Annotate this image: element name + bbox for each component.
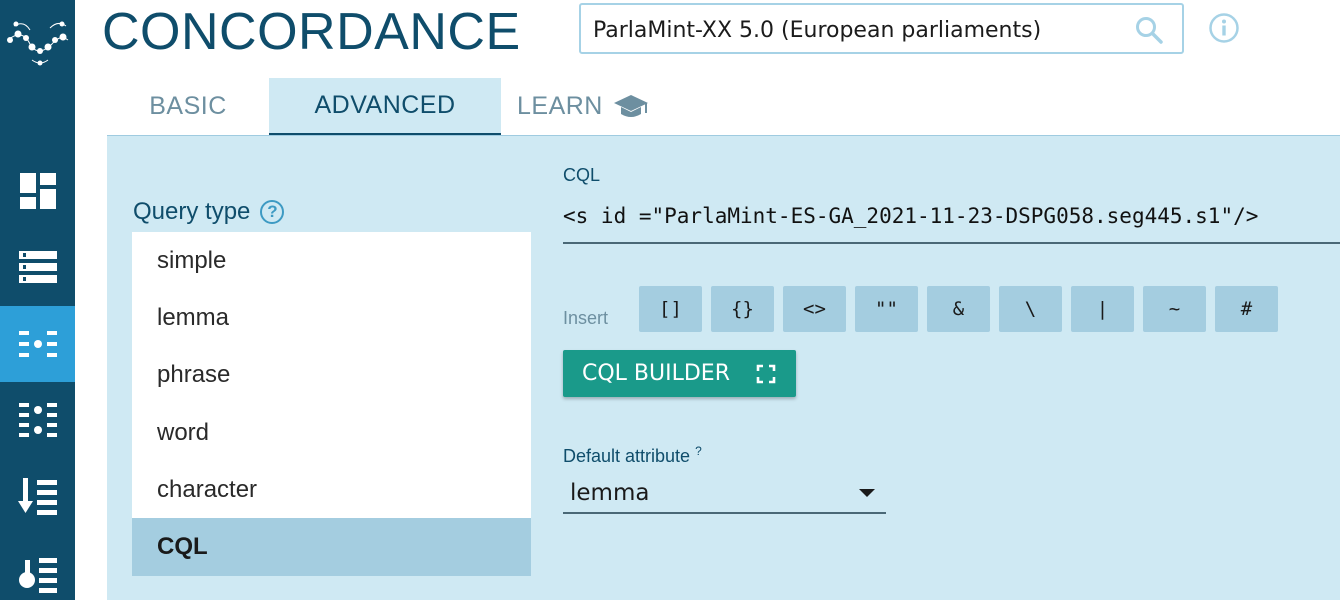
advanced-panel: Query type ? simple lemma phrase word ch… xyxy=(107,135,1340,600)
insert-backslash-button[interactable]: \ xyxy=(999,286,1062,332)
frequency-icon xyxy=(18,558,57,593)
query-type-character[interactable]: character xyxy=(132,461,531,518)
tab-basic-label: BASIC xyxy=(149,92,227,120)
dashboard-icon xyxy=(19,173,56,209)
query-type-list: simple lemma phrase word character CQL xyxy=(132,232,531,576)
concordance-icon xyxy=(18,331,57,357)
sidebar xyxy=(0,0,75,600)
insert-pipe-button[interactable]: | xyxy=(1071,286,1134,332)
tab-basic[interactable]: BASIC xyxy=(107,78,269,135)
query-type-simple[interactable]: simple xyxy=(132,232,531,289)
insert-label: Insert xyxy=(563,308,609,328)
info-icon[interactable] xyxy=(1208,12,1240,44)
tab-learn[interactable]: LEARN xyxy=(517,78,677,135)
insert-angle-brackets-button[interactable]: <> xyxy=(783,286,846,332)
corpus-name: ParlaMint-XX 5.0 (European parliaments) xyxy=(593,18,1042,43)
sort-icon xyxy=(17,478,57,515)
default-attribute-help[interactable]: ? xyxy=(695,444,702,458)
query-type-cql[interactable]: CQL xyxy=(132,518,531,576)
logo-icon[interactable] xyxy=(0,0,75,75)
nav-dashboard[interactable] xyxy=(0,153,75,229)
insert-braces-button[interactable]: {} xyxy=(711,286,774,332)
default-attribute-label: Default attribute xyxy=(563,446,691,466)
help-icon[interactable]: ? xyxy=(260,200,285,224)
list-icon xyxy=(18,251,57,283)
nav-concordance[interactable] xyxy=(0,306,75,382)
corpus-selector[interactable]: ParlaMint-XX 5.0 (European parliaments) xyxy=(579,3,1184,54)
insert-quotes-button[interactable]: "" xyxy=(855,286,918,332)
insert-brackets-button[interactable]: [] xyxy=(639,286,702,332)
cql-input[interactable]: <s id ="ParlaMint-ES-GA_2021-11-23-DSPG0… xyxy=(563,198,1340,244)
insert-tilde-button[interactable]: ~ xyxy=(1143,286,1206,332)
query-type-label: Query type xyxy=(133,198,251,225)
default-attribute-heading: Default attribute ? xyxy=(563,444,702,467)
query-type-word[interactable]: word xyxy=(132,404,531,461)
graduation-cap-icon xyxy=(613,94,648,117)
cql-builder-label: CQL BUILDER xyxy=(582,361,730,386)
cql-builder-button[interactable]: CQL BUILDER xyxy=(563,350,796,397)
cql-label: CQL xyxy=(563,165,601,185)
tab-advanced[interactable]: ADVANCED xyxy=(269,78,501,135)
search-icon[interactable] xyxy=(1134,15,1164,45)
default-attribute-value: lemma xyxy=(570,480,650,506)
parallel-concordance-icon xyxy=(18,403,57,437)
insert-ampersand-button[interactable]: & xyxy=(927,286,990,332)
query-type-lemma[interactable]: lemma xyxy=(132,289,531,346)
caret-down-icon xyxy=(859,489,875,497)
nav-sort[interactable] xyxy=(0,458,75,534)
insert-hash-button[interactable]: # xyxy=(1215,286,1278,332)
page-title: CONCORDANCE xyxy=(102,3,521,61)
tab-advanced-label: ADVANCED xyxy=(314,91,456,119)
default-attribute-select[interactable]: lemma xyxy=(563,474,886,514)
query-type-phrase[interactable]: phrase xyxy=(132,347,531,404)
query-type-heading: Query type ? xyxy=(133,198,285,226)
tab-learn-label: LEARN xyxy=(517,92,603,120)
nav-parallel-concordance[interactable] xyxy=(0,382,75,458)
fullscreen-icon xyxy=(756,364,776,383)
nav-list[interactable] xyxy=(0,229,75,305)
